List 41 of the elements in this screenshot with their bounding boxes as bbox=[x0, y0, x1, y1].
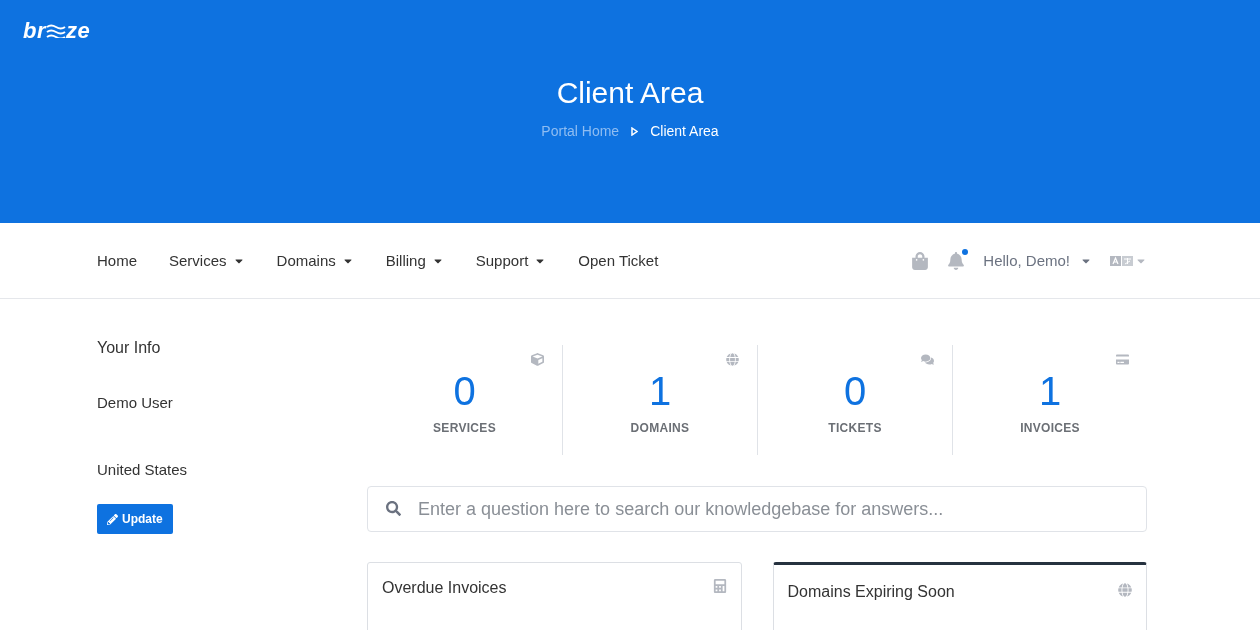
section-heading: Your Info bbox=[97, 339, 161, 357]
stat-count: 0 bbox=[843, 371, 867, 411]
user-menu[interactable]: Hello, Demo! bbox=[983, 252, 1092, 269]
bell-icon[interactable] bbox=[947, 251, 966, 270]
stat-label: DOMAINS bbox=[630, 421, 690, 435]
stat-label: TICKETS bbox=[828, 421, 882, 435]
globe-icon bbox=[726, 353, 739, 366]
calculator-icon bbox=[712, 579, 727, 593]
stat-count: 0 bbox=[453, 371, 476, 411]
panel-title: Overdue Invoices bbox=[382, 579, 507, 597]
shopping-bag-icon[interactable] bbox=[911, 251, 930, 270]
nav-link[interactable]: Services bbox=[169, 252, 245, 269]
credit-card-icon bbox=[1116, 353, 1129, 366]
stat-tile[interactable]: 1 INVOICES bbox=[952, 345, 1147, 455]
info-text: United States bbox=[97, 461, 188, 478]
globe-icon bbox=[1118, 583, 1132, 597]
stat-count: 1 bbox=[1038, 371, 1062, 411]
stat-tile[interactable]: 1 DOMAINS bbox=[562, 345, 757, 455]
nav-link[interactable]: Home bbox=[97, 252, 137, 269]
update-button[interactable]: Update bbox=[97, 504, 173, 534]
nav-link[interactable]: Billing bbox=[385, 252, 444, 269]
stat-tile[interactable]: 0 SERVICES bbox=[367, 345, 562, 455]
panel-title: Domains Expiring Soon bbox=[787, 583, 955, 601]
chat-bubbles-icon bbox=[921, 353, 934, 366]
nav-link[interactable]: Support bbox=[475, 252, 547, 269]
info-text: Demo User bbox=[97, 394, 173, 411]
nav-link[interactable]: Open Ticket bbox=[578, 252, 659, 269]
stat-count: 1 bbox=[648, 371, 672, 411]
stat-label: INVOICES bbox=[1020, 421, 1080, 435]
cube-icon bbox=[531, 353, 544, 366]
stat-label: SERVICES bbox=[433, 421, 496, 435]
triangle-right-icon bbox=[631, 126, 639, 136]
breadcrumb-current: Client Area bbox=[650, 123, 719, 139]
search-field[interactable]: Enter a question here to search our knowledgebase for answers... bbox=[367, 486, 1147, 532]
language-menu[interactable] bbox=[1110, 254, 1147, 267]
pencil-icon bbox=[107, 513, 118, 525]
page-title: Client Area bbox=[556, 76, 704, 110]
stat-tile[interactable]: 0 TICKETS bbox=[757, 345, 952, 455]
logo[interactable]: br ze bbox=[23, 18, 91, 44]
search-icon bbox=[386, 501, 401, 516]
nav-link[interactable]: Domains bbox=[276, 252, 354, 269]
